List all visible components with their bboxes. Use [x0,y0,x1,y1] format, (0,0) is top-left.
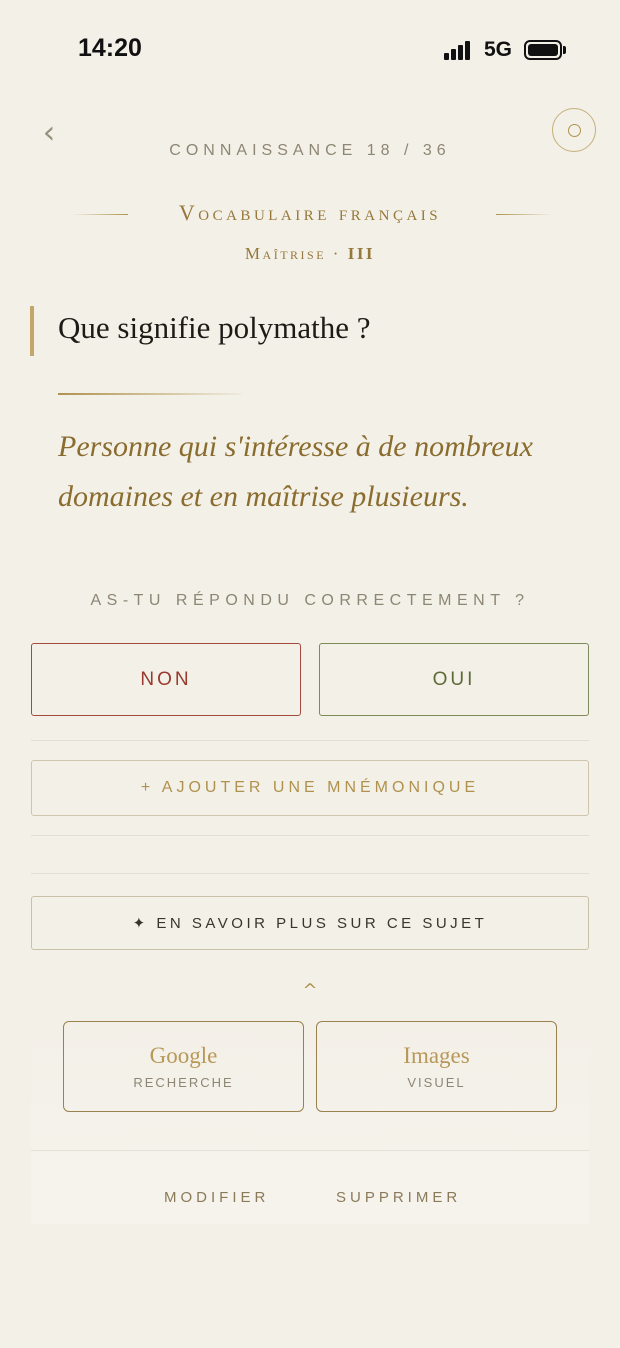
signal-icon [444,40,476,60]
deck-level-label: Maîtrise · [244,244,341,263]
deck-level: Maîtrise · III [0,244,620,264]
battery-icon [524,40,562,60]
deck-level-value: III [347,244,376,263]
network-label: 5G [484,38,513,61]
divider [31,835,589,836]
images-search-button[interactable]: Images VISUEL [316,1021,557,1112]
source-name: Images [403,1043,470,1068]
card-question: Que signifie polymathe ? [58,310,371,345]
assessment-prompt: AS-TU RÉPONDU CORRECTEMENT ? [90,592,530,609]
add-mnemonic-button[interactable]: + AJOUTER UNE MNÉMONIQUE [31,760,589,816]
question-accent-bar [30,306,34,356]
answer-no-button[interactable]: NON [31,643,301,716]
learn-more-button[interactable]: ✦ EN SAVOIR PLUS SUR CE SUJET [31,896,589,950]
question-divider [58,393,242,395]
divider [31,740,589,741]
card-footer [31,1151,589,1224]
deck-title: Vocabulaire français [178,200,442,225]
divider [31,873,589,874]
battery-tip [563,46,566,54]
edit-card-link[interactable]: MODIFIER [164,1189,269,1206]
status-time: 14:20 [78,34,142,62]
source-subtitle: RECHERCHE [133,1075,234,1090]
source-name: Google [149,1043,218,1068]
collapse-chevron-icon[interactable]: ^ [0,980,620,1001]
delete-card-link[interactable]: SUPPRIMER [336,1189,461,1206]
google-search-button[interactable]: Google RECHERCHE [63,1021,304,1112]
card-answer: Personne qui s'intéresse à de nombreux d… [58,430,533,513]
card-progress: CONNAISSANCE 18 / 36 [169,142,451,159]
divider [31,1150,589,1151]
answer-yes-button[interactable]: OUI [319,643,589,716]
source-subtitle: VISUEL [407,1075,466,1090]
